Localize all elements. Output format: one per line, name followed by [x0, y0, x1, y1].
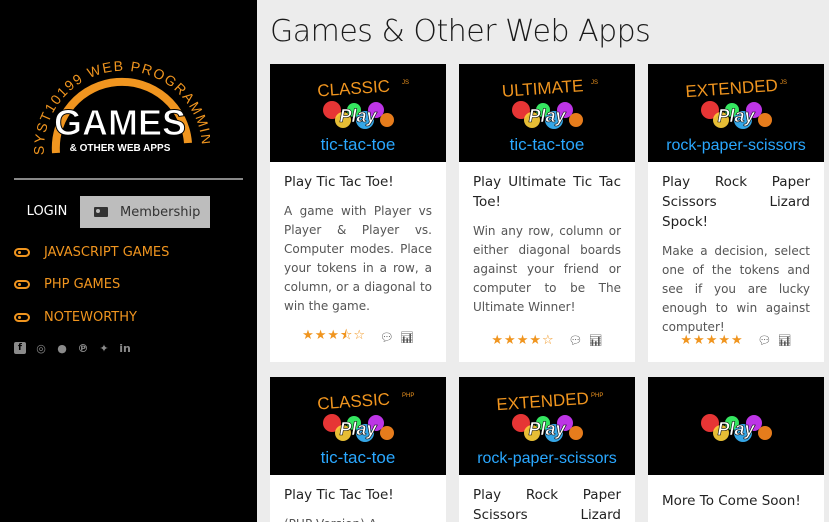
- banner-play-text: Play: [717, 419, 755, 439]
- banner-play-text: Play: [717, 106, 755, 126]
- banner-suffix-text: JS: [591, 80, 598, 86]
- banner-bottom-text: rock-paper-scissors: [477, 450, 617, 467]
- card-title[interactable]: More To Come Soon!: [648, 475, 824, 511]
- main-content: Games & Other Web Apps Play CLASSIC JS t…: [257, 0, 829, 522]
- stats-icon[interactable]: 📊︎: [400, 331, 414, 344]
- membership-label: Membership: [120, 204, 201, 220]
- banner-top-text: CLASSIC: [317, 389, 391, 413]
- comments-icon[interactable]: 💬︎: [758, 334, 772, 347]
- banner-suffix-text: JS: [780, 80, 787, 86]
- sidebar: SYST10199 WEB PROGRAMMING GAMES & OTHER …: [0, 0, 257, 522]
- linkedin-icon[interactable]: in: [119, 342, 131, 355]
- game-card[interactable]: Play ULTIMATE JS tic-tac-toe Play Ultima…: [459, 64, 635, 362]
- game-card[interactable]: Play CLASSIC JS tic-tac-toe Play Tic Tac…: [270, 64, 446, 362]
- auth-row: LOGIN Membership: [14, 196, 210, 228]
- card-banner-image[interactable]: Play EXTENDED PHP rock-paper-scissors: [459, 377, 635, 475]
- card-description: A game with Player vs Player & Player vs…: [284, 204, 432, 313]
- banner-play-text: Play: [339, 419, 377, 439]
- banner-top-text: ULTIMATE: [501, 76, 584, 101]
- banner-suffix-text: PHP: [402, 393, 414, 399]
- card-title[interactable]: Play Ultimate Tic Tac Toe!: [459, 162, 635, 212]
- login-link[interactable]: LOGIN: [14, 196, 80, 228]
- snapchat-icon[interactable]: ●: [56, 342, 68, 355]
- gamepad-icon: [14, 312, 30, 322]
- sidebar-item-javascript-games[interactable]: JAVASCRIPT GAMES: [14, 236, 169, 269]
- card-footer: ★★★★★ 💬︎ 📊︎: [648, 333, 824, 348]
- card-description: (PHP Version) A: [270, 505, 446, 522]
- card-description: Win any row, column or either diagonal b…: [473, 224, 621, 314]
- logo-main-text: GAMES: [54, 102, 186, 143]
- card-title[interactable]: Play Rock Paper Scissors Lizard Spock!: [648, 162, 824, 232]
- banner-bottom-text: rock-paper-scissors: [666, 137, 806, 154]
- comments-icon[interactable]: 💬︎: [569, 334, 583, 347]
- rating-stars: ★★★★★: [680, 333, 744, 348]
- card-banner-image[interactable]: Play: [648, 377, 824, 475]
- game-card[interactable]: Play EXTENDED PHP rock-paper-scissors Pl…: [459, 377, 635, 522]
- site-logo[interactable]: SYST10199 WEB PROGRAMMING GAMES & OTHER …: [24, 32, 214, 175]
- banner-suffix-text: JS: [402, 80, 409, 86]
- card-title[interactable]: Play Tic Tac Toe!: [270, 162, 446, 192]
- game-card[interactable]: Play EXTENDED JS rock-paper-scissors Pla…: [648, 64, 824, 362]
- id-card-icon: [94, 207, 108, 217]
- card-title[interactable]: Play Rock Paper Scissors Lizard Spock!: [459, 475, 635, 522]
- banner-suffix-text: PHP: [591, 393, 603, 399]
- card-description: Make a decision, select one of the token…: [662, 244, 810, 334]
- sidebar-item-php-games[interactable]: PHP GAMES: [14, 269, 169, 302]
- game-card[interactable]: Play CLASSIC PHP tic-tac-toe Play Tic Ta…: [270, 377, 446, 522]
- card-footer: ★★★⯪☆ 💬︎ 📊︎: [270, 326, 446, 348]
- sidebar-item-label: PHP GAMES: [44, 277, 121, 293]
- comments-icon[interactable]: 💬︎: [380, 331, 394, 344]
- card-banner-image[interactable]: Play ULTIMATE JS tic-tac-toe: [459, 64, 635, 162]
- gamepad-icon: [14, 280, 30, 290]
- banner-top-text: EXTENDED: [496, 389, 590, 414]
- card-title[interactable]: Play Tic Tac Toe!: [270, 475, 446, 505]
- pinterest-icon[interactable]: ℗: [77, 342, 89, 355]
- banner-play-text: Play: [528, 419, 566, 439]
- rating-stars: ★★★⯪☆: [302, 328, 366, 343]
- stats-icon[interactable]: 📊︎: [589, 334, 603, 347]
- banner-bottom-text: tic-tac-toe: [321, 135, 396, 154]
- sidebar-nav: JAVASCRIPT GAMES PHP GAMES NOTEWORTHY: [14, 236, 169, 334]
- sidebar-item-label: JAVASCRIPT GAMES: [44, 244, 170, 260]
- page-title: Games & Other Web Apps: [270, 14, 651, 49]
- sidebar-divider: [14, 178, 243, 180]
- banner-bottom-text: tic-tac-toe: [321, 448, 396, 467]
- banner-play-text: Play: [339, 106, 377, 126]
- card-banner-image[interactable]: Play EXTENDED JS rock-paper-scissors: [648, 64, 824, 162]
- banner-play-text: Play: [528, 106, 566, 126]
- banner-top-text: EXTENDED: [685, 76, 779, 101]
- sidebar-item-label: NOTEWORTHY: [44, 309, 137, 325]
- game-card[interactable]: Play More To Come Soon!: [648, 377, 824, 522]
- membership-button[interactable]: Membership: [80, 196, 210, 228]
- twitter-icon[interactable]: ✦: [98, 342, 110, 355]
- card-banner-image[interactable]: Play CLASSIC JS tic-tac-toe: [270, 64, 446, 162]
- card-banner-image[interactable]: Play CLASSIC PHP tic-tac-toe: [270, 377, 446, 475]
- gamepad-icon: [14, 247, 30, 257]
- instagram-icon[interactable]: ◎: [35, 342, 47, 355]
- stats-icon[interactable]: 📊︎: [778, 334, 792, 347]
- logo-sub-text: & OTHER WEB APPS: [70, 143, 171, 154]
- card-footer: ★★★★☆ 💬︎ 📊︎: [459, 333, 635, 348]
- banner-bottom-text: tic-tac-toe: [510, 135, 585, 154]
- sidebar-item-noteworthy[interactable]: NOTEWORTHY: [14, 301, 169, 334]
- social-links: f ◎ ● ℗ ✦ in: [14, 342, 131, 355]
- facebook-icon[interactable]: f: [14, 342, 26, 354]
- rating-stars: ★★★★☆: [491, 333, 555, 348]
- banner-top-text: CLASSIC: [317, 76, 391, 100]
